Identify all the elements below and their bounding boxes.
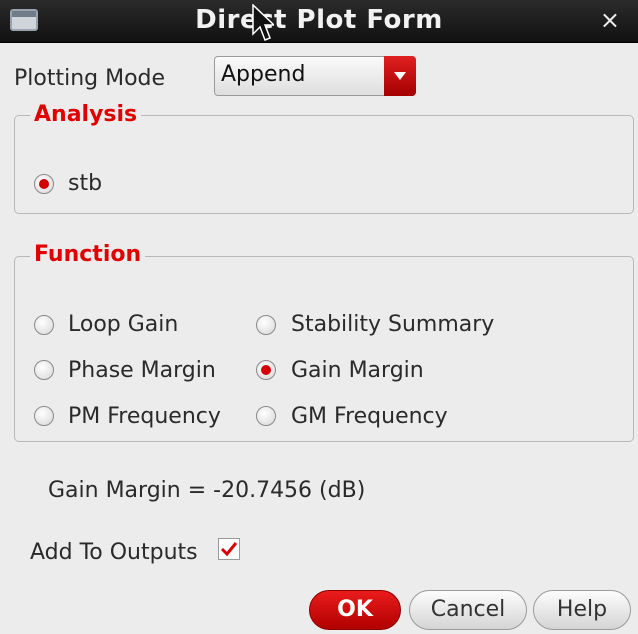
- radio-loop-gain-label: Loop Gain: [68, 312, 179, 337]
- analysis-group-title: Analysis: [30, 102, 142, 127]
- checkmark-icon: [220, 542, 238, 557]
- chevron-down-icon[interactable]: [384, 56, 416, 96]
- radio-stb[interactable]: [34, 174, 54, 194]
- ok-button[interactable]: OK: [309, 590, 401, 630]
- result-readout: Gain Margin = -20.7456 (dB): [48, 478, 366, 503]
- radio-pm-frequency-label: PM Frequency: [68, 404, 221, 429]
- radio-phase-margin[interactable]: [34, 360, 54, 380]
- radio-gm-frequency[interactable]: [256, 406, 276, 426]
- mouse-cursor-icon: [252, 4, 274, 41]
- add-to-outputs-label: Add To Outputs: [30, 540, 198, 565]
- window-title: Direct Plot Form: [195, 5, 443, 35]
- help-button[interactable]: Help: [533, 590, 631, 630]
- radio-loop-gain[interactable]: [34, 315, 54, 335]
- radio-gain-margin-label: Gain Margin: [291, 358, 424, 383]
- radio-phase-margin-label: Phase Margin: [68, 358, 216, 383]
- plotting-mode-select[interactable]: Append: [214, 56, 416, 96]
- radio-gain-margin[interactable]: [256, 360, 276, 380]
- plotting-mode-label: Plotting Mode: [14, 66, 166, 91]
- radio-stability-summary-label: Stability Summary: [291, 312, 495, 337]
- radio-pm-frequency[interactable]: [34, 406, 54, 426]
- add-to-outputs-checkbox[interactable]: [218, 538, 240, 560]
- close-icon[interactable]: ×: [600, 6, 620, 34]
- analysis-group: [14, 115, 634, 214]
- function-group-title: Function: [30, 242, 146, 267]
- radio-stability-summary[interactable]: [256, 315, 276, 335]
- radio-stb-label: stb: [68, 171, 103, 196]
- radio-gm-frequency-label: GM Frequency: [291, 404, 448, 429]
- title-bar[interactable]: Direct Plot Form ×: [0, 0, 638, 43]
- plotting-mode-value: Append: [221, 62, 306, 87]
- cancel-button[interactable]: Cancel: [409, 590, 527, 630]
